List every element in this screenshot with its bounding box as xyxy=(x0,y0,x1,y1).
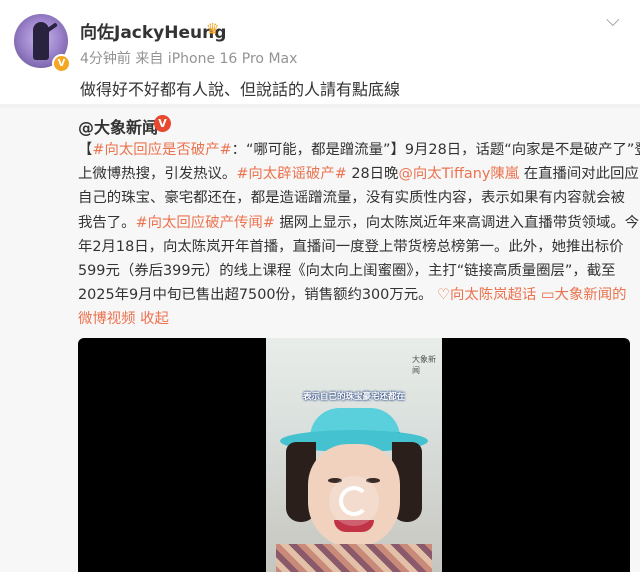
text-segment: 年2月18日，向太陈岚开年首播，直播间一度登上带货榜总榜第一。此外，她推出标价 xyxy=(78,238,624,255)
inline-link[interactable]: 微博视频 xyxy=(78,311,136,327)
video-logo: 大象新闻 xyxy=(412,355,436,375)
repost-line: 自己的珠宝、豪宅都还在，都是造谣蹭流量，没有实质性内容，表示如果有内容就会被 xyxy=(78,186,634,210)
repost-line: 【#向太回应是否破产#：“哪可能，都是蹭流量”】9月28日，话题“向家是不是破产… xyxy=(78,138,640,162)
hashtag-link[interactable]: #向太辟谣破产# xyxy=(236,166,346,182)
text-segment: ：“哪可能，都是蹭流量”】9月28日，话题“向家是不是破产了”登 xyxy=(231,142,640,158)
video-frame: 大象新闻 表示自己的珠宝豪宅还都在 xyxy=(266,338,442,572)
repost-line: 我告了。#向太回应破产传闻# 据网上显示，向太陈岚近年来高调进入直播带货领域。今 xyxy=(78,211,639,235)
text-segment: 28日晚 xyxy=(346,166,399,183)
inline-link[interactable]: 收起 xyxy=(140,311,169,327)
inline-link[interactable]: 向太陈岚超话 xyxy=(450,287,536,303)
repost-source-name[interactable]: @大象新闻 xyxy=(78,114,158,138)
repost-line: 年2月18日，向太陈岚开年首播，直播间一度登上带货榜总榜第一。此外，她推出标价 xyxy=(78,235,634,259)
post-text: 做得好不好都有人說、但說話的人請有點底線 xyxy=(80,80,401,99)
hashtag-link[interactable]: #向太回应破产传闻# xyxy=(136,215,275,231)
video-player[interactable]: 大象新闻 表示自己的珠宝豪宅还都在 xyxy=(78,338,630,572)
text-segment: 自己的珠宝、豪宅都还在，都是造谣蹭流量，没有实质性内容，表示如果有内容就会被 xyxy=(78,190,625,207)
inline-link[interactable]: 大象新闻的 xyxy=(555,287,627,303)
inline-link[interactable]: ♡ xyxy=(437,287,450,303)
repost-line: 上微博热搜，引发热议。#向太辟谣破产# 28日晚@向太Tiffany陳嵐 在直播… xyxy=(78,162,639,186)
text-segment: 【 xyxy=(78,142,93,158)
text-segment: 2025年9月中旬已售出超7500份，销售额约300万元。 xyxy=(78,287,438,304)
hashtag-link[interactable]: #向太回应是否破产# xyxy=(92,142,231,158)
crown-icon: ♛ xyxy=(206,20,220,38)
text-segment: 我告了。 xyxy=(78,214,136,231)
repost-line: 599元（券后399元）的线上课程《向太向上闺蜜圈》，主打“链接高质量圈层”，截… xyxy=(78,259,634,283)
media-badge-icon: V xyxy=(154,115,171,132)
text-segment: 599元（券后399元）的线上课程《向太向上闺蜜圈》，主打“链接高质量圈层”，截… xyxy=(78,263,616,280)
verified-badge-icon: V xyxy=(52,54,71,73)
repost-line: 2025年9月中旬已售出超7500份，销售额约300万元。 ♡向太陈岚超话 ▭大… xyxy=(78,283,634,307)
repost-body: 【#向太回应是否破产#：“哪可能，都是蹭流量”】9月28日，话题“向家是不是破产… xyxy=(78,138,640,332)
text-segment: 上微博热搜，引发热议。 xyxy=(78,166,237,183)
scarf xyxy=(276,544,432,572)
text-segment: 在直播间对此回应 xyxy=(519,166,639,183)
user-name[interactable]: 向佐JackyHeung xyxy=(80,18,226,43)
chevron-down-icon[interactable]: ⌵ xyxy=(606,10,620,31)
post-meta: 4分钟前 来自 iPhone 16 Pro Max xyxy=(80,51,298,67)
inline-link[interactable]: ▭ xyxy=(541,287,555,303)
repost-line: 微博视频 收起 xyxy=(78,307,634,331)
replay-icon[interactable] xyxy=(339,486,369,516)
video-caption: 表示自己的珠宝豪宅还都在 xyxy=(302,392,405,402)
text-segment: 据网上显示，向太陈岚近年来高调进入直播带货领域。今 xyxy=(274,214,640,231)
mention-link[interactable]: @向太Tiffany陳嵐 xyxy=(398,166,519,182)
